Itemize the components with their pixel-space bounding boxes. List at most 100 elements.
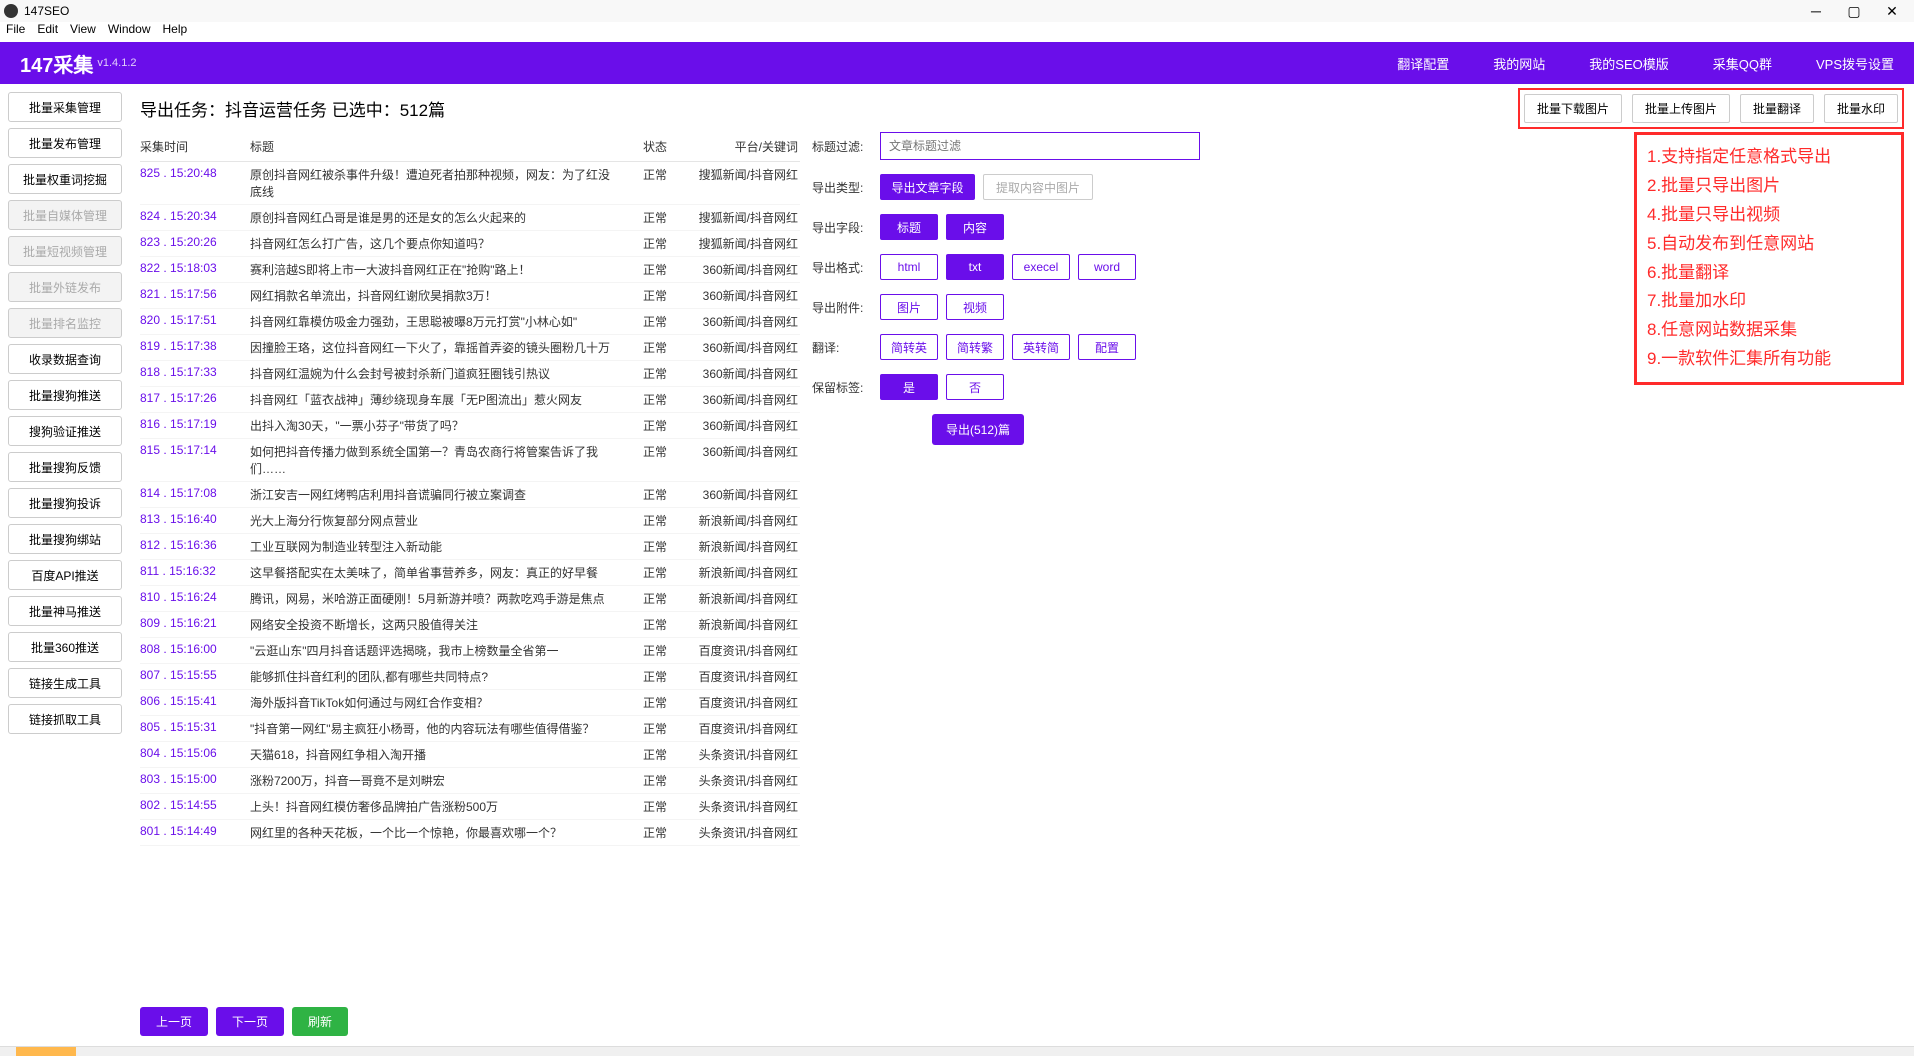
cell-time: 824 . 15:20:34 [140, 209, 250, 226]
th-title: 标题 [250, 138, 620, 155]
sidebar-item[interactable]: 批量神马推送 [8, 596, 122, 626]
label-export-attach: 导出附件: [812, 299, 880, 316]
sidebar-item[interactable]: 批量360推送 [8, 632, 122, 662]
btn-extract-images[interactable]: 提取内容中图片 [983, 174, 1093, 200]
table-row[interactable]: 804 . 15:15:06天猫618，抖音网红争相入淘开播正常头条资讯/抖音网… [140, 742, 800, 768]
table-row[interactable]: 825 . 15:20:48原创抖音网红被杀事件升级！遭迫死者拍那种视频，网友：… [140, 162, 800, 205]
nav-translate-config[interactable]: 翻译配置 [1397, 54, 1449, 73]
cell-title: 原创抖音网红被杀事件升级！遭迫死者拍那种视频，网友：为了红没底线 [250, 166, 620, 200]
btn-keep-no[interactable]: 否 [946, 374, 1004, 400]
input-title-filter[interactable] [880, 132, 1200, 160]
btn-batch-download-image[interactable]: 批量下载图片 [1524, 94, 1622, 123]
sidebar-item[interactable]: 批量搜狗推送 [8, 380, 122, 410]
btn-batch-watermark[interactable]: 批量水印 [1824, 94, 1898, 123]
cell-title: 天猫618，抖音网红争相入淘开播 [250, 746, 620, 763]
cell-platform: 头条资讯/抖音网红 [690, 798, 800, 815]
nav-my-site[interactable]: 我的网站 [1493, 54, 1545, 73]
sidebar-item[interactable]: 批量搜狗绑站 [8, 524, 122, 554]
nav-seo-template[interactable]: 我的SEO模版 [1589, 54, 1668, 73]
cell-status: 正常 [620, 235, 690, 252]
cell-platform: 百度资讯/抖音网红 [690, 694, 800, 711]
label-keep-tag: 保留标签: [812, 379, 880, 396]
table-row[interactable]: 810 . 15:16:24腾讯，网易，米哈游正面硬刚！5月新游并喷？两款吃鸡手… [140, 586, 800, 612]
sidebar-item[interactable]: 百度API推送 [8, 560, 122, 590]
cell-status: 正常 [620, 287, 690, 304]
table-row[interactable]: 815 . 15:17:14如何把抖音传播力做到系统全国第一？青岛农商行将管案告… [140, 439, 800, 482]
btn-batch-translate[interactable]: 批量翻译 [1740, 94, 1814, 123]
table-row[interactable]: 805 . 15:15:31"抖音第一网红"易主疯狂小杨哥，他的内容玩法有哪些值… [140, 716, 800, 742]
menu-edit[interactable]: Edit [37, 22, 58, 42]
cell-title: "抖音第一网红"易主疯狂小杨哥，他的内容玩法有哪些值得借鉴？ [250, 720, 620, 737]
table-row[interactable]: 809 . 15:16:21网络安全投资不断增长，这两只股值得关注正常新浪新闻/… [140, 612, 800, 638]
sidebar-item[interactable]: 批量搜狗投诉 [8, 488, 122, 518]
nav-qq-group[interactable]: 采集QQ群 [1713, 54, 1772, 73]
btn-format-excel[interactable]: execel [1012, 254, 1070, 280]
nav-vps-dial[interactable]: VPS拨号设置 [1816, 54, 1894, 73]
btn-zh2en[interactable]: 简转英 [880, 334, 938, 360]
sidebar-item[interactable]: 批量搜狗反馈 [8, 452, 122, 482]
table-row[interactable]: 816 . 15:17:19出抖入淘30天，"一票小芬子"带货了吗？正常360新… [140, 413, 800, 439]
btn-attach-image[interactable]: 图片 [880, 294, 938, 320]
table-row[interactable]: 806 . 15:15:41海外版抖音TikTok如何通过与网红合作变相？正常百… [140, 690, 800, 716]
cell-title: 抖音网红温婉为什么会封号被封杀新门道疯狂圈钱引热议 [250, 365, 620, 382]
menu-help[interactable]: Help [163, 22, 188, 42]
table-row[interactable]: 817 . 15:17:26抖音网红「蓝衣战神」薄纱绕现身车展「无P图流出」惹火… [140, 387, 800, 413]
btn-export[interactable]: 导出(512)篇 [932, 414, 1024, 445]
btn-format-html[interactable]: html [880, 254, 938, 280]
table-row[interactable]: 823 . 15:20:26抖音网红怎么打广告，这几个要点你知道吗？正常搜狐新闻… [140, 231, 800, 257]
table-row[interactable]: 819 . 15:17:38因撞脸王珞，这位抖音网红一下火了，靠摇首弄姿的镜头圈… [140, 335, 800, 361]
btn-attach-video[interactable]: 视频 [946, 294, 1004, 320]
sidebar-item[interactable]: 批量发布管理 [8, 128, 122, 158]
table-row[interactable]: 814 . 15:17:08浙江安吉一网红烤鸭店利用抖音谎骗同行被立案调查正常3… [140, 482, 800, 508]
cell-platform: 搜狐新闻/抖音网红 [690, 166, 800, 200]
table-row[interactable]: 822 . 15:18:03赛利涪越S即将上市一大波抖音网红正在"抢购"路上！正… [140, 257, 800, 283]
maximize-icon[interactable]: ▢ [1844, 3, 1864, 20]
cell-time: 804 . 15:15:06 [140, 746, 250, 763]
sidebar-item[interactable]: 链接生成工具 [8, 668, 122, 698]
cell-time: 801 . 15:14:49 [140, 824, 250, 841]
table-row[interactable]: 818 . 15:17:33抖音网红温婉为什么会封号被封杀新门道疯狂圈钱引热议正… [140, 361, 800, 387]
close-icon[interactable]: ✕ [1882, 3, 1902, 20]
cell-status: 正常 [620, 209, 690, 226]
annotation-line: 7.批量加水印 [1647, 287, 1891, 316]
menu-file[interactable]: File [6, 22, 25, 42]
sidebar-item[interactable]: 批量采集管理 [8, 92, 122, 122]
sidebar-item[interactable]: 收录数据查询 [8, 344, 122, 374]
table-row[interactable]: 824 . 15:20:34原创抖音网红凸哥是谁是男的还是女的怎么火起来的正常搜… [140, 205, 800, 231]
btn-field-content[interactable]: 内容 [946, 214, 1004, 240]
sidebar-item[interactable]: 链接抓取工具 [8, 704, 122, 734]
btn-keep-yes[interactable]: 是 [880, 374, 938, 400]
sidebar-item[interactable]: 批量权重词挖掘 [8, 164, 122, 194]
table-row[interactable]: 813 . 15:16:40光大上海分行恢复部分网点营业正常新浪新闻/抖音网红 [140, 508, 800, 534]
btn-prev-page[interactable]: 上一页 [140, 1007, 208, 1036]
table-row[interactable]: 801 . 15:14:49网红里的各种天花板，一个比一个惊艳，你最喜欢哪一个？… [140, 820, 800, 846]
table-row[interactable]: 807 . 15:15:55能够抓住抖音红利的团队,都有哪些共同特点?正常百度资… [140, 664, 800, 690]
cell-title: 海外版抖音TikTok如何通过与网红合作变相？ [250, 694, 620, 711]
cell-title: 抖音网红怎么打广告，这几个要点你知道吗？ [250, 235, 620, 252]
btn-export-fields[interactable]: 导出文章字段 [880, 174, 975, 200]
cell-title: 这早餐搭配实在太美味了，简单省事营养多，网友：真正的好早餐 [250, 564, 620, 581]
btn-refresh[interactable]: 刷新 [292, 1007, 348, 1036]
btn-format-txt[interactable]: txt [946, 254, 1004, 280]
table-row[interactable]: 802 . 15:14:55上头！抖音网红模仿奢侈品牌拍广告涨粉500万正常头条… [140, 794, 800, 820]
table-row[interactable]: 821 . 15:17:56网红捐款名单流出，抖音网红谢欣昊捐款3万！正常360… [140, 283, 800, 309]
table-row[interactable]: 820 . 15:17:51抖音网红靠模仿吸金力强劲，王思聪被曝8万元打赏"小林… [140, 309, 800, 335]
cell-platform: 360新闻/抖音网红 [690, 417, 800, 434]
btn-format-word[interactable]: word [1078, 254, 1136, 280]
btn-zh2tw[interactable]: 简转繁 [946, 334, 1004, 360]
btn-next-page[interactable]: 下一页 [216, 1007, 284, 1036]
btn-translate-config[interactable]: 配置 [1078, 334, 1136, 360]
table-row[interactable]: 812 . 15:16:36工业互联网为制造业转型注入新动能正常新浪新闻/抖音网… [140, 534, 800, 560]
label-title-filter: 标题过滤: [812, 138, 880, 155]
sidebar-item[interactable]: 搜狗验证推送 [8, 416, 122, 446]
btn-field-title[interactable]: 标题 [880, 214, 938, 240]
menu-window[interactable]: Window [108, 22, 151, 42]
table-body[interactable]: 825 . 15:20:48原创抖音网红被杀事件升级！遭迫死者拍那种视频，网友：… [140, 162, 800, 999]
btn-batch-upload-image[interactable]: 批量上传图片 [1632, 94, 1730, 123]
table-row[interactable]: 811 . 15:16:32这早餐搭配实在太美味了，简单省事营养多，网友：真正的… [140, 560, 800, 586]
table-row[interactable]: 803 . 15:15:00涨粉7200万，抖音一哥竟不是刘畊宏正常头条资讯/抖… [140, 768, 800, 794]
menu-view[interactable]: View [70, 22, 96, 42]
minimize-icon[interactable]: ─ [1806, 3, 1826, 20]
btn-en2zh[interactable]: 英转简 [1012, 334, 1070, 360]
table-row[interactable]: 808 . 15:16:00"云逛山东"四月抖音话题评选揭晓，我市上榜数量全省第… [140, 638, 800, 664]
